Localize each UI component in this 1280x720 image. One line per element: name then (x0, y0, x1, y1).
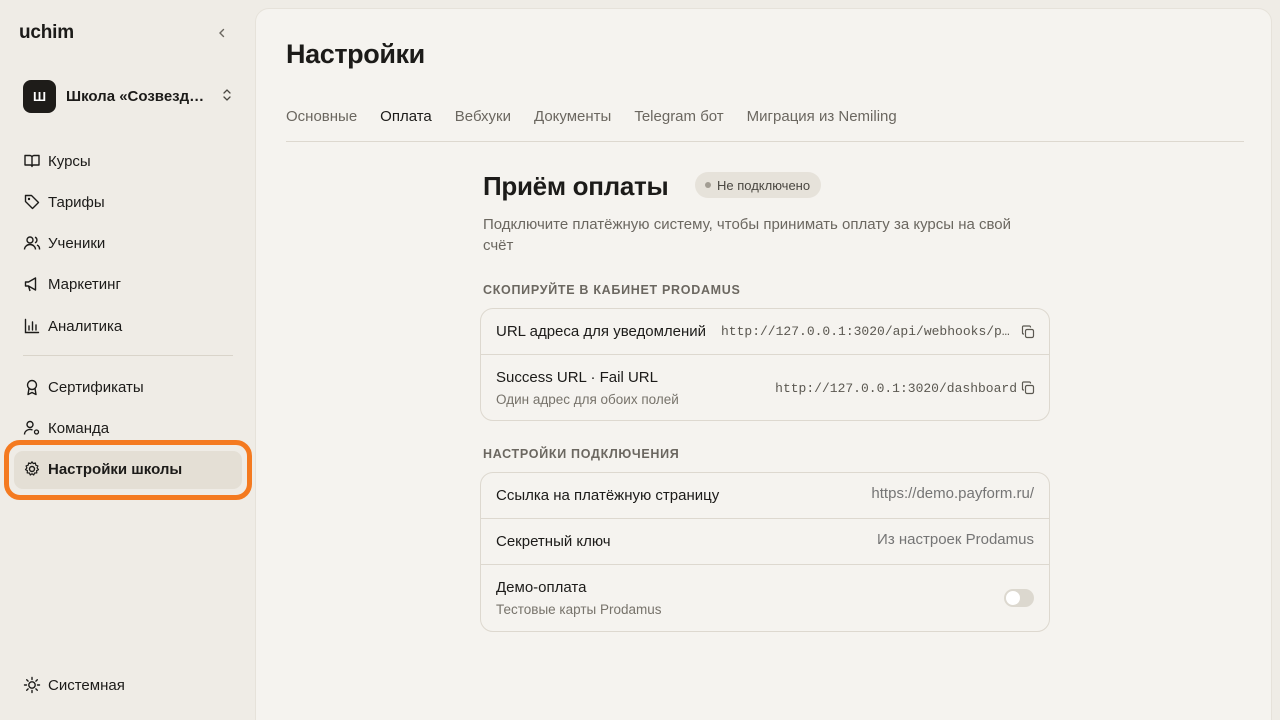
tab-documents[interactable]: Документы (534, 107, 611, 142)
success-url-label: Success URL · Fail URL (496, 369, 658, 386)
status-badge: Не подключено (695, 172, 822, 198)
sidebar-item-label: Сертификаты (48, 378, 144, 396)
status-dot-icon (705, 182, 711, 188)
toggle-knob (1006, 591, 1020, 605)
copy-icon[interactable] (1021, 325, 1035, 339)
sidebar-item-label: Ученики (48, 234, 106, 252)
tab-payment[interactable]: Оплата (380, 107, 432, 142)
sidebar-item-marketing[interactable]: Маркетинг (22, 268, 234, 300)
sidebar-item-courses[interactable]: Курсы (22, 145, 234, 177)
user-gear-icon (22, 418, 42, 438)
payform-url-input[interactable] (814, 485, 1034, 502)
tab-migration[interactable]: Миграция из Nemiling (747, 107, 897, 142)
section-description: Подключите платёжную систему, чтобы прин… (483, 216, 1012, 254)
sidebar-item-school-settings[interactable]: Настройки школы (22, 453, 234, 485)
connection-panel: Ссылка на платёжную страницу Секретный к… (480, 472, 1050, 632)
chevron-left-icon (219, 28, 225, 38)
school-name: Школа «Созвездие» (66, 87, 206, 105)
sidebar-item-label: Тарифы (48, 193, 105, 211)
sidebar-item-label: Курсы (48, 152, 91, 170)
notify-url-label: URL адреса для уведомлений (496, 323, 707, 340)
success-url-value[interactable]: http://127.0.0.1:3020/dashboard (773, 381, 1017, 396)
demo-payment-toggle[interactable] (1004, 589, 1034, 607)
settings-tabs: Основные Оплата Вебхуки Документы Telegr… (286, 107, 920, 142)
tab-telegram-bot[interactable]: Telegram бот (634, 107, 723, 142)
users-icon (22, 233, 42, 253)
book-icon (22, 151, 42, 171)
demo-payment-row: Демо-оплата Тестовые карты Prodamus (481, 565, 1049, 631)
page-title: Настройки (286, 39, 425, 69)
copy-icon[interactable] (1021, 381, 1035, 395)
status-text: Не подключено (717, 177, 811, 193)
copy-group-label: СКОПИРУЙТЕ В КАБИНЕТ PRODAMUS (483, 283, 741, 297)
secret-key-label: Секретный ключ (496, 533, 611, 550)
sun-icon (22, 675, 42, 695)
sidebar-item-label: Настройки школы (48, 460, 183, 478)
sidebar-item-students[interactable]: Ученики (22, 227, 234, 259)
chevron-updown-icon (223, 89, 231, 101)
sidebar-item-tariffs[interactable]: Тарифы (22, 186, 234, 218)
school-switcher[interactable]: Ш Школа «Созвездие» (23, 79, 235, 113)
collapse-sidebar-button[interactable] (211, 22, 233, 44)
sidebar: uchim Ш Школа «Созвездие» Курсы Тарифы У… (0, 0, 255, 720)
gear-icon (22, 459, 42, 479)
sidebar-item-label: Команда (48, 419, 110, 437)
copy-panel: URL адреса для уведомлений http://127.0.… (480, 308, 1050, 421)
sidebar-item-analytics[interactable]: Аналитика (22, 310, 234, 342)
tab-general[interactable]: Основные (286, 107, 357, 142)
notify-url-row: URL адреса для уведомлений http://127.0.… (481, 309, 1049, 355)
brand-logo: uchim (19, 22, 74, 43)
secret-key-input[interactable] (814, 531, 1034, 548)
megaphone-icon (22, 274, 42, 294)
sidebar-item-label: Маркетинг (48, 275, 121, 293)
section-title: Приём оплаты (483, 171, 669, 201)
success-url-row: Success URL · Fail URL Один адрес для об… (481, 355, 1049, 420)
award-icon (22, 377, 42, 397)
success-url-sub: Один адрес для обоих полей (496, 392, 679, 407)
secret-key-row: Секретный ключ (481, 519, 1049, 565)
theme-switcher[interactable]: Системная (22, 669, 234, 701)
theme-label: Системная (48, 676, 125, 694)
sidebar-item-label: Аналитика (48, 317, 123, 335)
main-panel: Настройки Основные Оплата Вебхуки Докуме… (255, 8, 1272, 720)
demo-payment-sub: Тестовые карты Prodamus (496, 602, 662, 617)
demo-payment-label: Демо-оплата (496, 579, 587, 596)
sidebar-item-certificates[interactable]: Сертификаты (22, 371, 234, 403)
settings-group-label: НАСТРОЙКИ ПОДКЛЮЧЕНИЯ (483, 447, 680, 461)
payform-row: Ссылка на платёжную страницу (481, 473, 1049, 519)
chart-icon (22, 316, 42, 336)
tab-webhooks[interactable]: Вебхуки (455, 107, 511, 142)
school-avatar: Ш (23, 79, 56, 113)
payform-label: Ссылка на платёжную страницу (496, 487, 720, 504)
sidebar-divider (23, 355, 233, 356)
tabs-divider (286, 141, 1244, 142)
notify-url-value[interactable]: http://127.0.0.1:3020/api/webhooks/proda… (721, 324, 1011, 339)
tag-icon (22, 192, 42, 212)
